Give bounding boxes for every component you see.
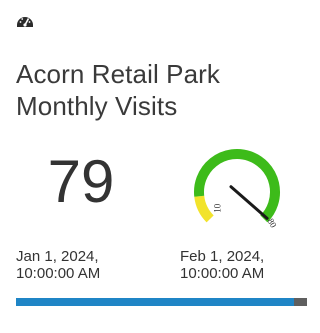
progress-bar <box>16 298 307 306</box>
metric-value: 79 <box>47 148 115 215</box>
gauge-min-label: 10 <box>213 203 223 213</box>
card-title-line-1: Acorn Retail Park <box>16 59 220 89</box>
gauge-band-high <box>194 149 280 223</box>
card-title: Acorn Retail Park Monthly Visits <box>16 58 306 122</box>
start-date: Jan 1, 2024, 10:00:00 AM <box>16 248 100 282</box>
gauge-needle <box>229 185 269 220</box>
gauge-band-low <box>194 195 214 223</box>
end-date: Feb 1, 2024, 10:00:00 AM <box>180 248 264 282</box>
card-title-line-2: Monthly Visits <box>16 91 178 121</box>
metric-card: Acorn Retail Park Monthly Visits 79 10 8… <box>0 0 318 333</box>
start-date-line-1: Jan 1, 2024, <box>16 248 99 265</box>
progress-bar-fill <box>16 298 294 306</box>
end-date-line-1: Feb 1, 2024, <box>180 248 265 265</box>
gauge-chart: 10 80 <box>194 149 280 230</box>
start-date-line-2: 10:00:00 AM <box>16 265 101 282</box>
dashboard-gauge-icon <box>17 17 33 27</box>
end-date-line-2: 10:00:00 AM <box>180 265 265 282</box>
